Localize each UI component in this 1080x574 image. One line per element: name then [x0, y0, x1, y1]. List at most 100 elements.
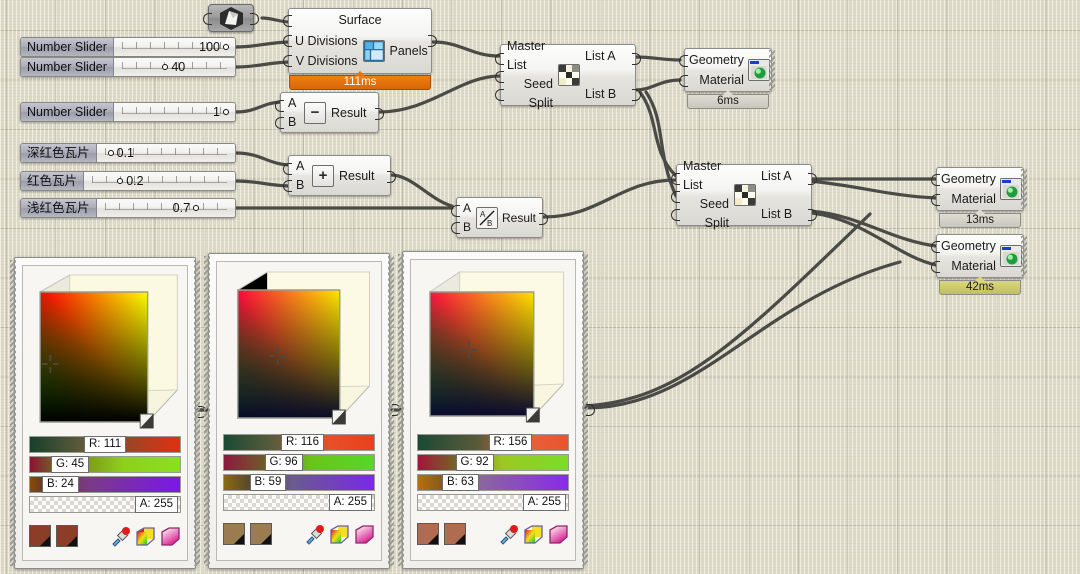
subtract-input-a-port[interactable] [275, 100, 284, 112]
grasshopper-canvas[interactable]: Surface U Divisions V Divisions [0, 0, 1080, 574]
custom-preview-3-node[interactable]: Geometry Material 42ms [936, 234, 1024, 278]
cp1-cube-svg[interactable] [29, 272, 181, 430]
surface-parameter-node[interactable] [208, 4, 254, 32]
cp2-swatch-old[interactable] [250, 523, 272, 545]
mlt-input-seed-port[interactable] [495, 71, 504, 83]
mlt-output-lista-port[interactable] [632, 53, 641, 65]
cp3-channel-r[interactable]: R: 156 [417, 434, 569, 451]
cp2-channel-r[interactable]: R: 116 [223, 434, 375, 451]
mlt-output-listb-port[interactable] [632, 89, 641, 101]
eyedropper-icon[interactable] [304, 524, 325, 545]
cp1-channels[interactable]: R: 111 G: 45 B: 24 A: 255 [29, 436, 181, 513]
cp1-material-port[interactable] [679, 75, 688, 87]
add-input-b-port[interactable] [283, 180, 292, 192]
cp1-geometry-port[interactable] [679, 55, 688, 67]
cp1-swatch-old[interactable] [56, 525, 78, 547]
cp2-cube-svg[interactable] [223, 268, 375, 428]
colour-picker-3[interactable]: R: 156 G: 92 B: 63 A: 255 [402, 251, 584, 569]
cp3-material-port[interactable] [931, 261, 940, 273]
slider-dark-red-track[interactable]: 0.1 [97, 144, 235, 162]
cp2-material-port[interactable] [931, 194, 940, 206]
master-list-bottom-node[interactable]: Master List Seed Split List A List B [676, 164, 812, 226]
panels-input-u-port[interactable] [283, 35, 292, 47]
slider-red-track[interactable]: 0.2 [84, 172, 235, 190]
cp2-footer[interactable] [223, 523, 375, 545]
panels-node[interactable]: Surface U Divisions V Divisions [288, 8, 432, 74]
hsv-cube-icon[interactable] [160, 526, 181, 547]
mlb-input-masterlist-port[interactable] [671, 173, 680, 185]
cp1-footer[interactable] [29, 525, 181, 547]
subtract-input-b-port[interactable] [275, 117, 284, 129]
cp1-channel-g[interactable]: G: 45 [29, 456, 181, 473]
rgb-cube-icon[interactable] [523, 524, 544, 545]
subtraction-node[interactable]: A B − Result [280, 92, 379, 133]
mlb-input-seed-port[interactable] [671, 191, 680, 203]
slider-v-track[interactable]: 40 [114, 58, 235, 76]
slider-red-handle[interactable] [117, 178, 123, 184]
mlt-input-masterlist-port[interactable] [495, 53, 504, 65]
slider-light-red-track[interactable]: 0.7 [97, 199, 235, 217]
cp3-swatch-old[interactable] [444, 523, 466, 545]
master-list-top-node[interactable]: Master List Seed Split List A List B [500, 44, 636, 106]
cp3-cube-svg[interactable] [417, 266, 569, 428]
colour-picker-2[interactable]: R: 116 G: 96 B: 59 A: 255 [208, 253, 390, 569]
cp3-channel-g[interactable]: G: 92 [417, 454, 569, 471]
panels-output-port[interactable] [428, 35, 437, 47]
slider-light-red-tile[interactable]: 浅红色瓦片 0.7 [20, 198, 236, 218]
slider-v-handle[interactable] [162, 64, 168, 70]
slider-light-red-handle[interactable] [193, 205, 199, 211]
cp2-channels[interactable]: R: 116 G: 96 B: 59 A: 255 [223, 434, 375, 511]
slider-u-handle[interactable] [223, 44, 229, 50]
surface-param-output-port[interactable] [250, 13, 259, 25]
cp2-geometry-port[interactable] [931, 174, 940, 186]
rgb-cube-icon[interactable] [135, 526, 156, 547]
mlb-input-split-port[interactable] [671, 209, 680, 221]
slider-u-track[interactable]: 100 [114, 38, 235, 56]
mlb-output-lista-port[interactable] [808, 173, 817, 185]
divide-input-b-port[interactable] [451, 222, 460, 234]
divide-input-a-port[interactable] [451, 205, 460, 217]
cp2-channel-g[interactable]: G: 96 [223, 454, 375, 471]
panels-input-surface-port[interactable] [283, 15, 292, 27]
hsv-cube-icon[interactable] [354, 524, 375, 545]
cp3-channel-b[interactable]: B: 63 [417, 474, 569, 491]
slider-u-divisions[interactable]: Number Slider 100 [20, 37, 236, 57]
division-node[interactable]: A B A B Result [456, 197, 543, 238]
divide-output-port[interactable] [539, 213, 548, 225]
eyedropper-icon[interactable] [110, 526, 131, 547]
cp2-channel-b[interactable]: B: 59 [223, 474, 375, 491]
slider-red-tile[interactable]: 红色瓦片 0.2 [20, 171, 236, 191]
slider-one-track[interactable]: 1 [114, 103, 235, 121]
cp2-swatch-new[interactable] [223, 523, 245, 545]
rgb-cube-icon[interactable] [329, 524, 350, 545]
custom-preview-2-node[interactable]: Geometry Material 13ms [936, 167, 1024, 211]
cp1-channel-b[interactable]: B: 24 [29, 476, 181, 493]
custom-preview-1-node[interactable]: Geometry Material 6ms [684, 48, 772, 92]
hsv-cube-icon[interactable] [548, 524, 569, 545]
slider-dark-red-tile[interactable]: 深红色瓦片 0.1 [20, 143, 236, 163]
cp1-channel-a[interactable]: A: 255 [29, 496, 181, 513]
cp2-channel-a[interactable]: A: 255 [223, 494, 375, 511]
cp1-swatch-new[interactable] [29, 525, 51, 547]
addition-node[interactable]: A B + Result [288, 155, 391, 196]
cp3-footer[interactable] [417, 523, 569, 545]
cp3-geometry-port[interactable] [931, 241, 940, 253]
cp3-channels[interactable]: R: 156 G: 92 B: 63 A: 255 [417, 434, 569, 511]
colour-picker-3-output-port[interactable] [586, 404, 595, 416]
slider-dark-red-handle[interactable] [108, 150, 114, 156]
slider-v-divisions[interactable]: Number Slider 40 [20, 57, 236, 77]
cp1-channel-r[interactable]: R: 111 [29, 436, 181, 453]
cp3-swatch-new[interactable] [417, 523, 439, 545]
eyedropper-icon[interactable] [498, 524, 519, 545]
colour-picker-1[interactable]: R: 111 G: 45 B: 24 A: 255 [14, 257, 196, 569]
mlt-input-split-port[interactable] [495, 89, 504, 101]
subtract-output-port[interactable] [375, 108, 384, 120]
slider-one[interactable]: Number Slider 1 [20, 102, 236, 122]
slider-one-handle[interactable] [223, 109, 229, 115]
cp3-colour-cube[interactable] [417, 266, 569, 428]
cp3-channel-a[interactable]: A: 255 [417, 494, 569, 511]
panels-input-v-port[interactable] [283, 55, 292, 67]
cp2-colour-cube[interactable] [223, 268, 375, 428]
add-input-a-port[interactable] [283, 163, 292, 175]
mlb-output-listb-port[interactable] [808, 209, 817, 221]
